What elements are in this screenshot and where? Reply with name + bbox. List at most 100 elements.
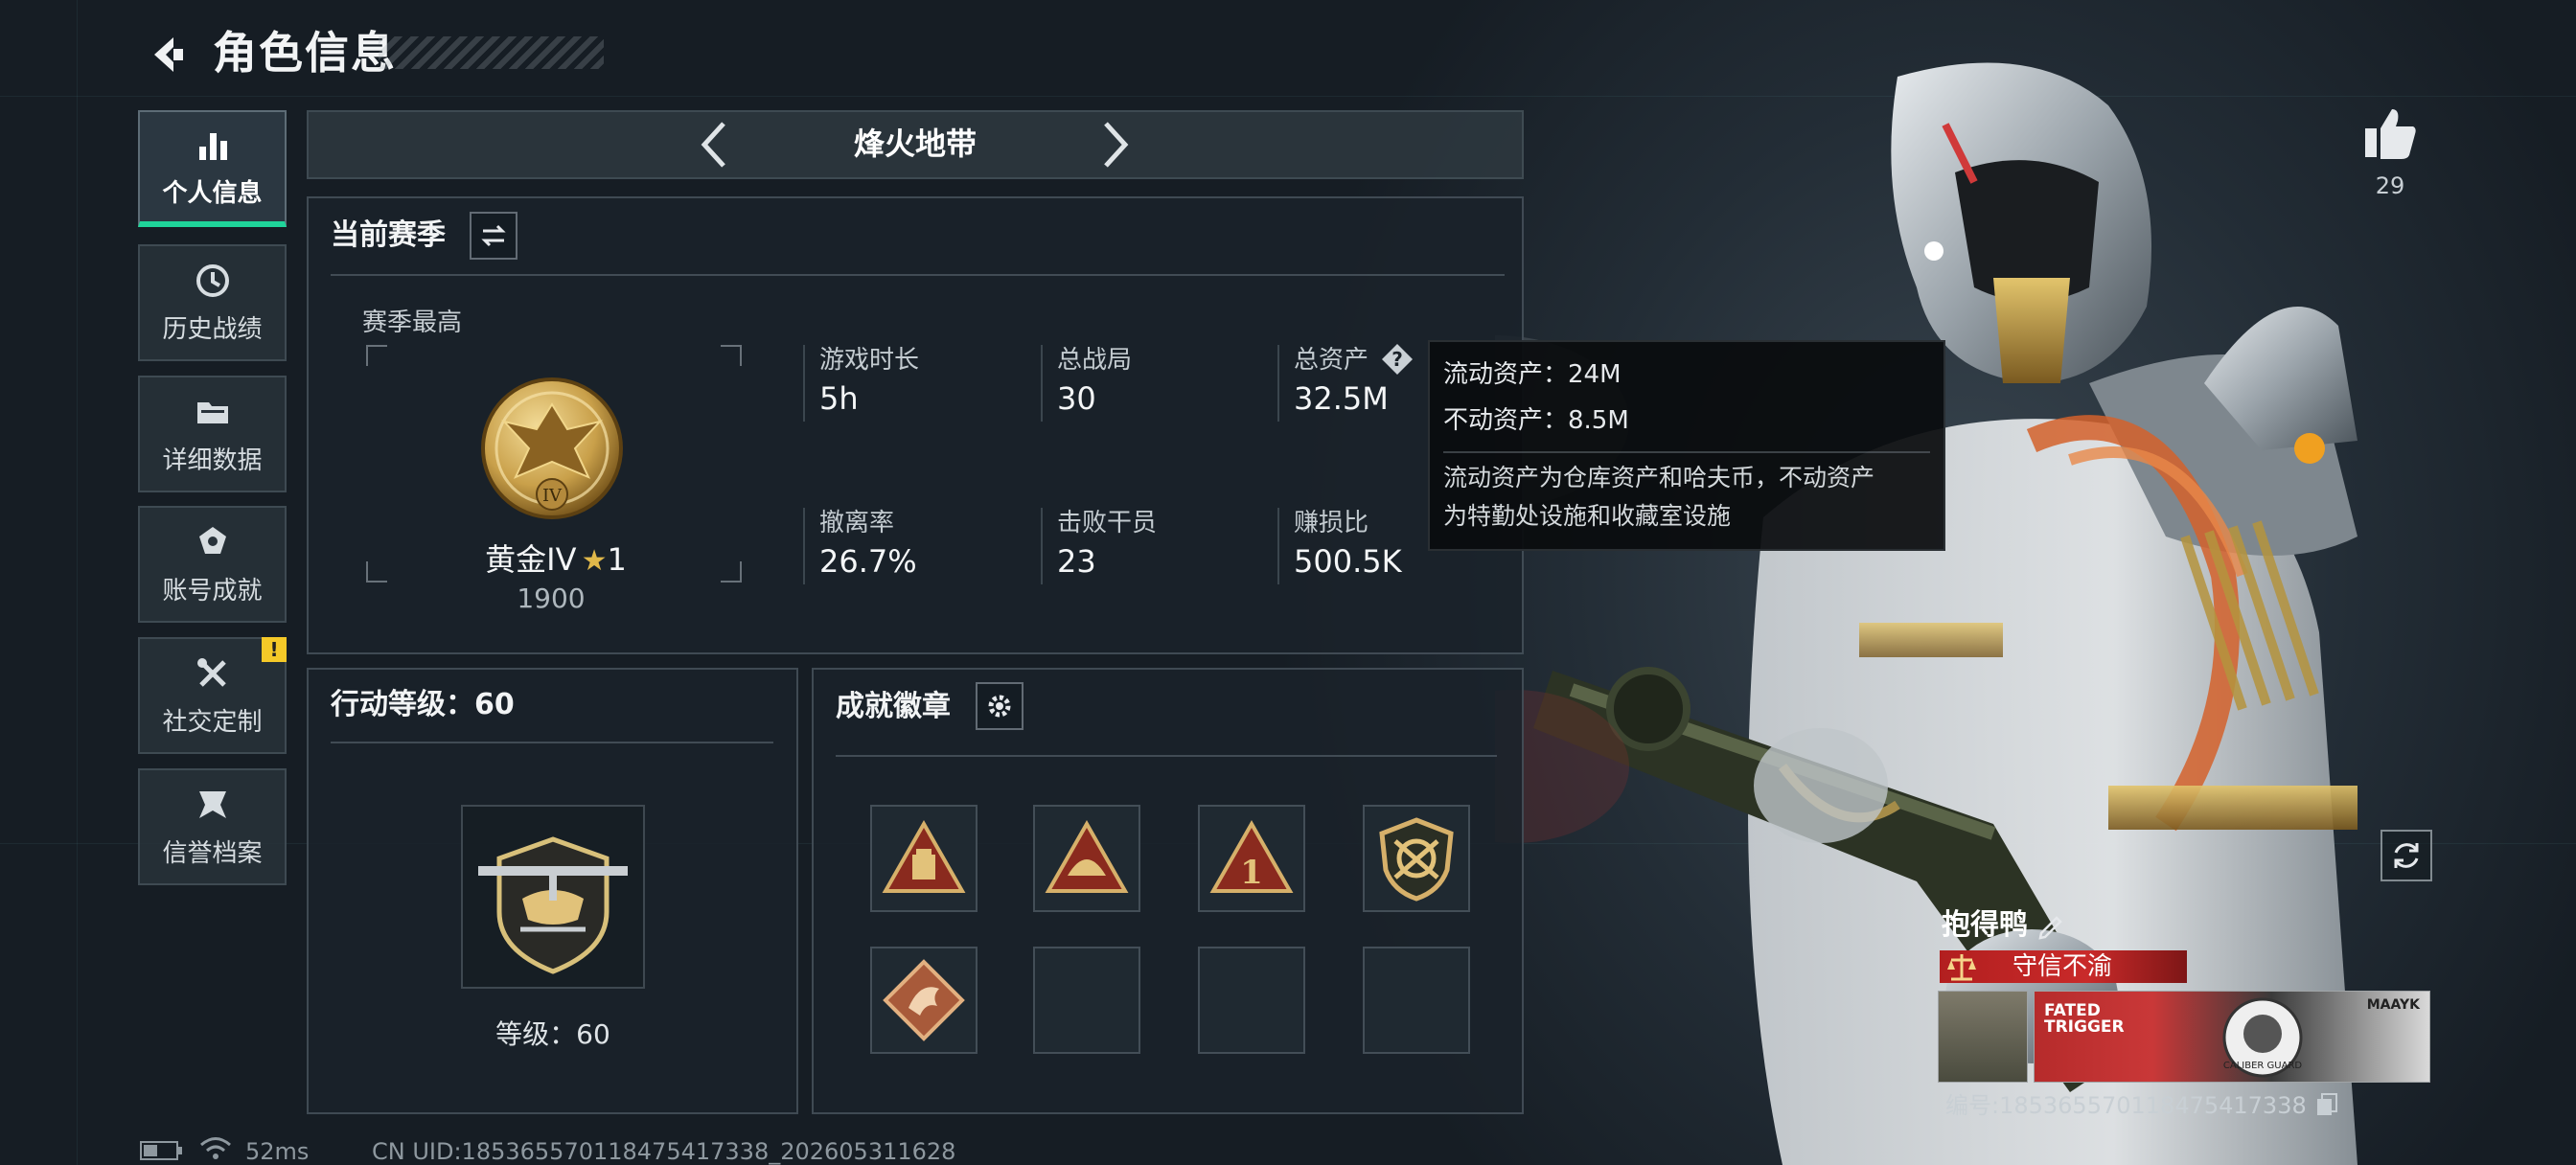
season-best-label: 赛季最高 [362, 308, 463, 337]
achievement-badge-slot[interactable] [870, 947, 978, 1054]
scale-honor-icon [1947, 954, 1976, 981]
liquid-assets-text: 流动资产：24M [1443, 360, 1622, 389]
stat-label: 撤离率 [819, 509, 895, 537]
page-title: 角色信息 [213, 27, 397, 79]
rank-name: 黄金IV [485, 541, 577, 578]
achievements-title: 成就徽章 [836, 690, 951, 723]
nav-item-detailed-data[interactable]: 详细数据 [138, 376, 287, 492]
gear-icon [988, 695, 1011, 718]
frame-corner [366, 561, 387, 582]
stat-label: 游戏时长 [819, 346, 920, 375]
wifi-icon [200, 1137, 231, 1159]
assets-help-button[interactable]: ? [1380, 342, 1414, 377]
player-name-card[interactable]: FATED TRIGGER CALIBER GUARD MAAYK [2034, 991, 2430, 1083]
card-emblem-text: CALIBER GUARD [2222, 1061, 2303, 1071]
stat-extraction-rate: 撤离率 26.7% [819, 506, 917, 582]
action-level-emblem-frame [461, 805, 645, 989]
nav-item-label: 个人信息 [162, 178, 263, 208]
rotate-view-button[interactable] [2380, 830, 2432, 881]
gold-rank-medal-icon: IV [481, 377, 623, 519]
stat-value: 32.5M [1294, 380, 1389, 417]
chevron-right-icon [1104, 122, 1129, 168]
stat-label: 总资产 [1294, 346, 1369, 375]
stat-total-assets: 总资产 32.5M [1294, 343, 1389, 420]
pencil-edit-icon [2038, 916, 2062, 940]
history-clock-icon [196, 263, 229, 297]
svg-text:?: ? [1392, 348, 1403, 371]
player-name: 抱得鸭 [1942, 908, 2028, 942]
rank-score: 1900 [517, 582, 586, 614]
nav-item-credit-record[interactable]: 信誉档案 [138, 768, 287, 885]
achievement-badge-slot-empty[interactable] [1198, 947, 1305, 1054]
folder-icon [196, 401, 228, 423]
stat-divider [1041, 345, 1043, 422]
action-level-text: 等级：60 [495, 1018, 610, 1050]
switch-season-button[interactable] [470, 212, 518, 260]
total-assets-tooltip: 流动资产：24M 不动资产：8.5M 流动资产为仓库资产和哈夫币，不动资产 为特… [1428, 340, 1945, 551]
divider [331, 742, 773, 743]
helmet-triangle-badge-icon [1045, 819, 1129, 893]
stat-value: 26.7% [819, 543, 917, 580]
svg-text:1: 1 [1240, 854, 1263, 892]
avatar[interactable] [1938, 991, 2028, 1083]
tools-icon [196, 657, 226, 687]
like-count: 29 [2375, 172, 2405, 199]
frame-corner [366, 345, 387, 366]
action-level-title: 行动等级：60 [331, 688, 515, 721]
helicopter-emblem-icon [478, 836, 628, 974]
achievement-medal-icon [198, 526, 226, 554]
bar-chart-icon [198, 132, 227, 160]
stat-label: 总战局 [1057, 346, 1133, 375]
rank-name-row: 黄金IV ★1 [470, 538, 642, 581]
stat-divider [1277, 508, 1279, 584]
achievement-badge-slot[interactable] [1033, 805, 1140, 912]
chevron-left-icon [701, 122, 725, 168]
next-mode-button[interactable] [1095, 116, 1138, 173]
stat-value: 30 [1057, 380, 1096, 417]
achievement-badge-slot[interactable] [1363, 805, 1470, 912]
nav-item-label: 历史战绩 [162, 314, 263, 344]
copy-icon[interactable] [2315, 1092, 2338, 1117]
title-decoration [379, 36, 604, 69]
achievement-badge-slot[interactable]: 1 [1198, 805, 1305, 912]
stat-divider [803, 508, 805, 584]
player-id: 编号:185365570118475417338 [1945, 1092, 2307, 1119]
achievement-badge-slot-empty[interactable] [1033, 947, 1140, 1054]
nav-item-match-history[interactable]: 历史战绩 [138, 244, 287, 361]
fixed-assets-text: 不动资产：8.5M [1443, 406, 1629, 435]
number-one-triangle-badge-icon: 1 [1209, 819, 1294, 893]
stat-divider [1277, 345, 1279, 422]
nav-item-label: 账号成就 [162, 576, 263, 605]
previous-mode-button[interactable] [692, 116, 734, 173]
stat-divider [803, 345, 805, 422]
nav-item-social-customization[interactable]: 社交定制 ! [138, 637, 287, 754]
divider [836, 755, 1497, 757]
achievement-settings-button[interactable] [976, 682, 1024, 730]
notification-badge: ! [262, 637, 287, 662]
season-section-title: 当前赛季 [331, 218, 446, 252]
swap-arrows-icon [481, 224, 506, 247]
nav-item-personal-info[interactable]: 个人信息 [138, 110, 287, 227]
battery-icon [140, 1141, 182, 1160]
like-button[interactable] [2359, 103, 2421, 165]
edit-name-button[interactable] [2036, 910, 2066, 941]
uid-text: CN UID:1853655701184754173​38_2026053116… [372, 1138, 956, 1165]
stat-label: 赚损比 [1294, 509, 1369, 537]
achievement-badge-slot[interactable] [870, 805, 978, 912]
achievement-badge-slot-empty[interactable] [1363, 947, 1470, 1054]
refresh-icon [2394, 843, 2419, 868]
supply-triangle-badge-icon [882, 819, 966, 893]
thumbs-up-icon [2365, 109, 2416, 159]
stat-value: 23 [1057, 543, 1096, 580]
rank-numeral-text: IV [542, 486, 563, 506]
stat-play-time: 游戏时长 5h [819, 343, 919, 420]
help-question-icon: ? [1382, 344, 1413, 375]
card-logo-text: FATED TRIGGER [2044, 1001, 2125, 1037]
back-button[interactable] [134, 21, 201, 88]
card-brand-text: MAAYK [2366, 997, 2420, 1013]
stat-profit-loss: 赚损比 500.5K [1294, 506, 1402, 582]
nav-item-account-achievements[interactable]: 账号成就 [138, 506, 287, 623]
nav-item-label: 详细数据 [162, 445, 263, 475]
background-grid-line [77, 0, 78, 1165]
frame-corner [721, 561, 742, 582]
